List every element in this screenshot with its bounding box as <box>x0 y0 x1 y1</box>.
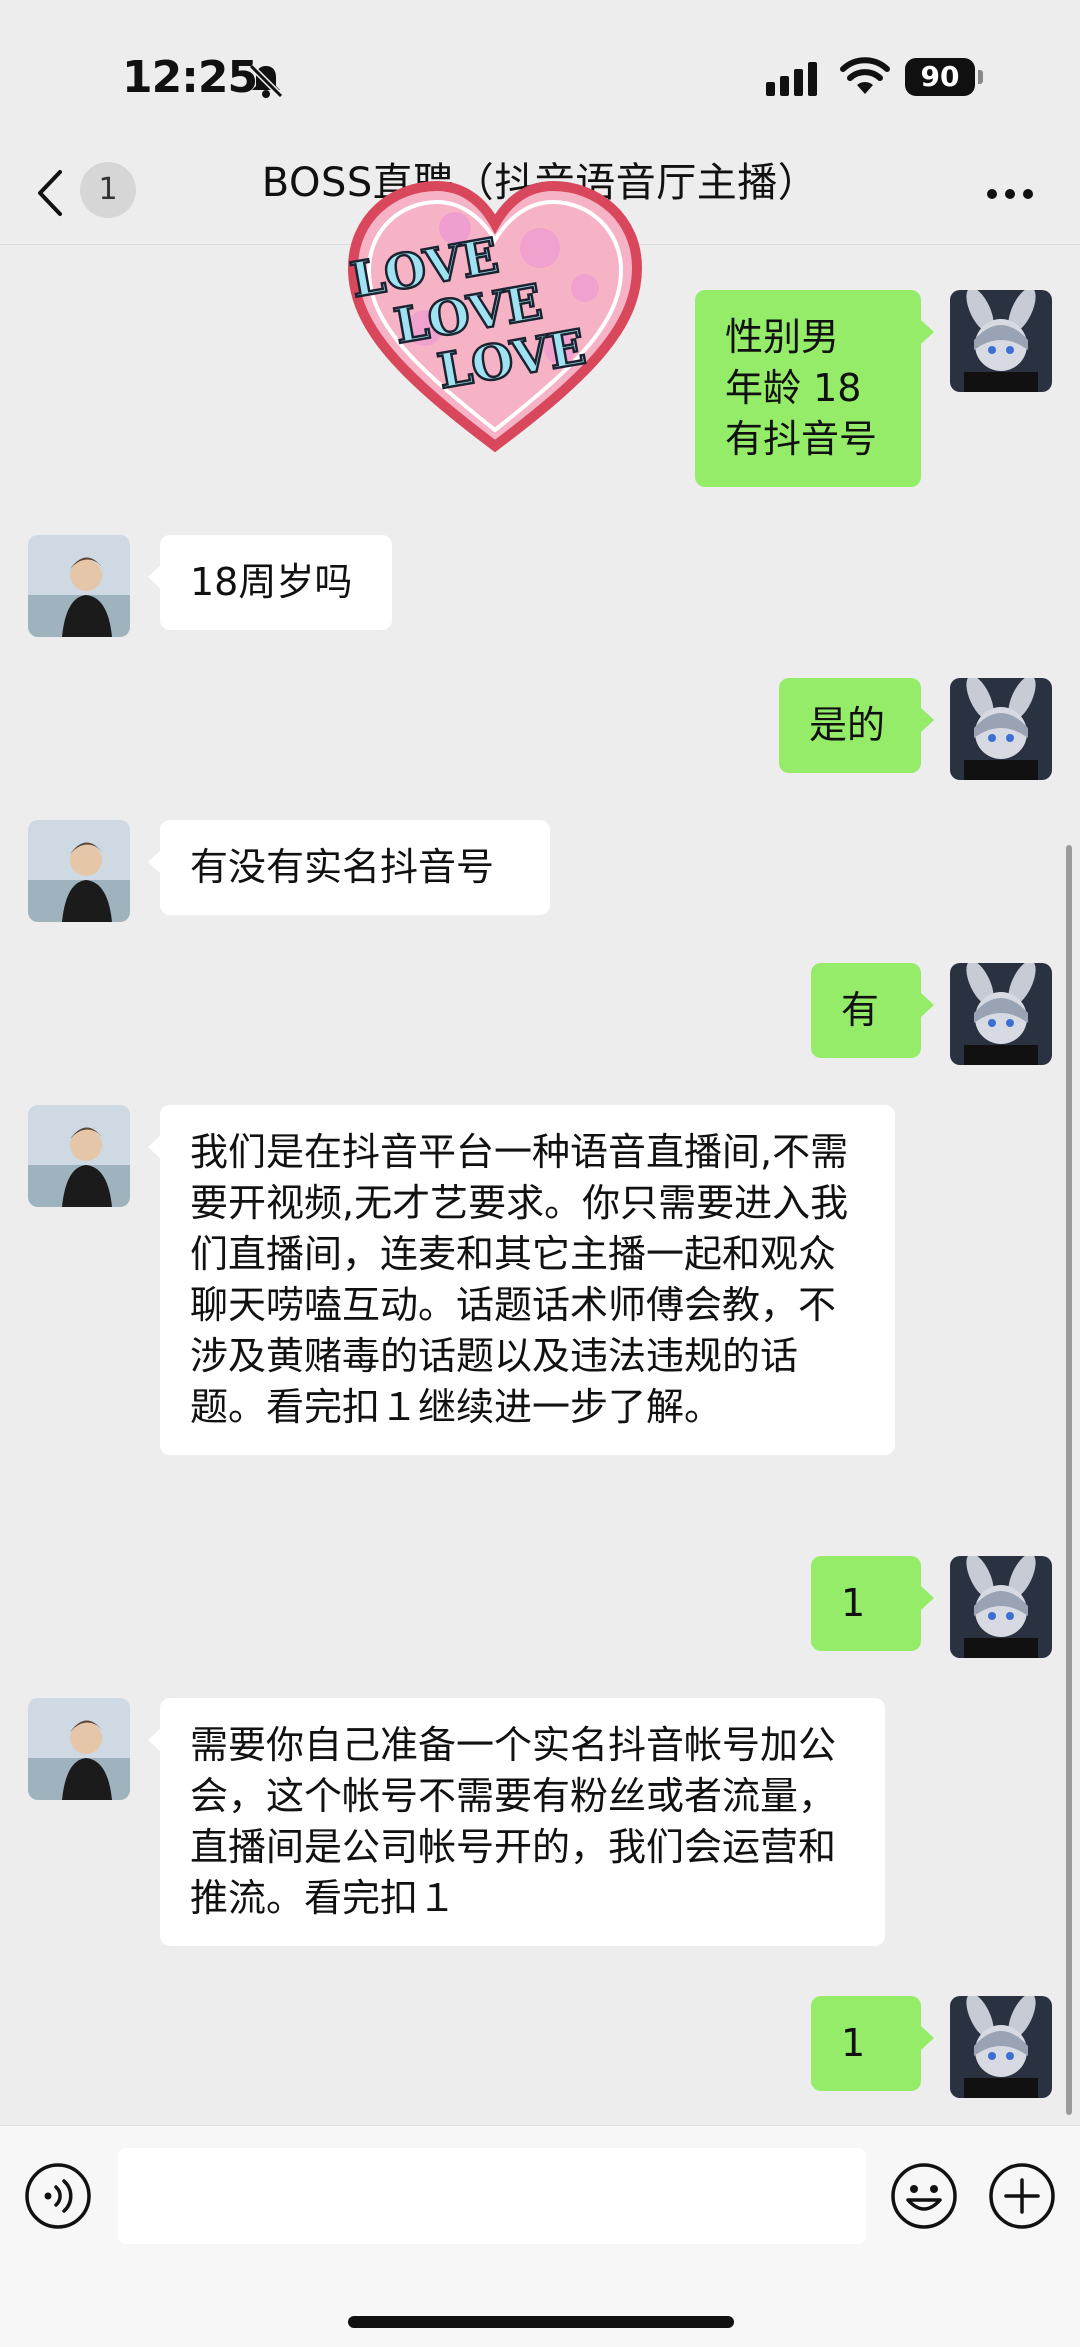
sent-message-bubble[interactable]: 性别男 年龄 18 有抖音号 <box>695 290 921 487</box>
bubble-tail <box>921 320 934 344</box>
sent-message-bubble[interactable]: 1 <box>811 1556 921 1651</box>
home-indicator[interactable] <box>348 2316 734 2328</box>
anime-avatar-icon <box>950 1996 1052 2098</box>
bubble-tail <box>921 708 934 732</box>
message-input-bar <box>0 2125 1080 2347</box>
contact-avatar[interactable] <box>28 1105 130 1207</box>
more-dots-icon[interactable] <box>986 188 1034 200</box>
my-avatar[interactable] <box>950 1556 1052 1658</box>
chat-scrollbar[interactable] <box>1066 845 1072 2115</box>
my-avatar[interactable] <box>950 678 1052 780</box>
voice-icon[interactable] <box>24 2162 92 2230</box>
my-avatar[interactable] <box>950 963 1052 1065</box>
my-avatar[interactable] <box>950 1996 1052 2098</box>
sent-message-bubble[interactable]: 有 <box>811 963 921 1058</box>
anime-avatar-icon <box>950 678 1052 780</box>
profile-photo-icon <box>28 820 130 922</box>
contact-avatar[interactable] <box>28 535 130 637</box>
contact-avatar[interactable] <box>28 1698 130 1800</box>
cellular-signal-icon <box>766 62 817 96</box>
sent-message-bubble[interactable]: 1 <box>811 1996 921 2091</box>
profile-photo-icon <box>28 1105 130 1207</box>
anime-avatar-icon <box>950 1556 1052 1658</box>
status-bar: 12:25 90 <box>0 0 1080 140</box>
emoji-icon[interactable] <box>890 2162 958 2230</box>
battery-cap <box>978 70 983 84</box>
status-time: 12:25 <box>122 52 258 103</box>
sent-message-bubble[interactable]: 是的 <box>779 678 921 773</box>
my-avatar[interactable] <box>950 290 1052 392</box>
bubble-tail <box>921 993 934 1017</box>
battery-indicator: 90 <box>905 58 975 96</box>
anime-avatar-icon <box>950 290 1052 392</box>
profile-photo-icon <box>28 1698 130 1800</box>
received-message-bubble[interactable]: 18周岁吗 <box>160 535 392 630</box>
message-input[interactable] <box>118 2148 866 2244</box>
received-message-bubble[interactable]: 需要你自己准备一个实名抖音帐号加公会，这个帐号不需要有粉丝或者流量，直播间是公司… <box>160 1698 885 1946</box>
received-message-bubble[interactable]: 我们是在抖音平台一种语音直播间,不需要开视频,无才艺要求。你只需要进入我们直播间… <box>160 1105 895 1455</box>
bell-muted-icon <box>248 63 284 99</box>
bubble-tail <box>921 2026 934 2050</box>
anime-avatar-icon <box>950 963 1052 1065</box>
profile-photo-icon <box>28 535 130 637</box>
received-message-bubble[interactable]: 有没有实名抖音号 <box>160 820 550 915</box>
bubble-tail <box>921 1586 934 1610</box>
contact-avatar[interactable] <box>28 820 130 922</box>
plus-icon[interactable] <box>988 2162 1056 2230</box>
wifi-icon <box>840 57 890 94</box>
love-heart-sticker: LOVE LOVE LOVE <box>345 180 643 453</box>
